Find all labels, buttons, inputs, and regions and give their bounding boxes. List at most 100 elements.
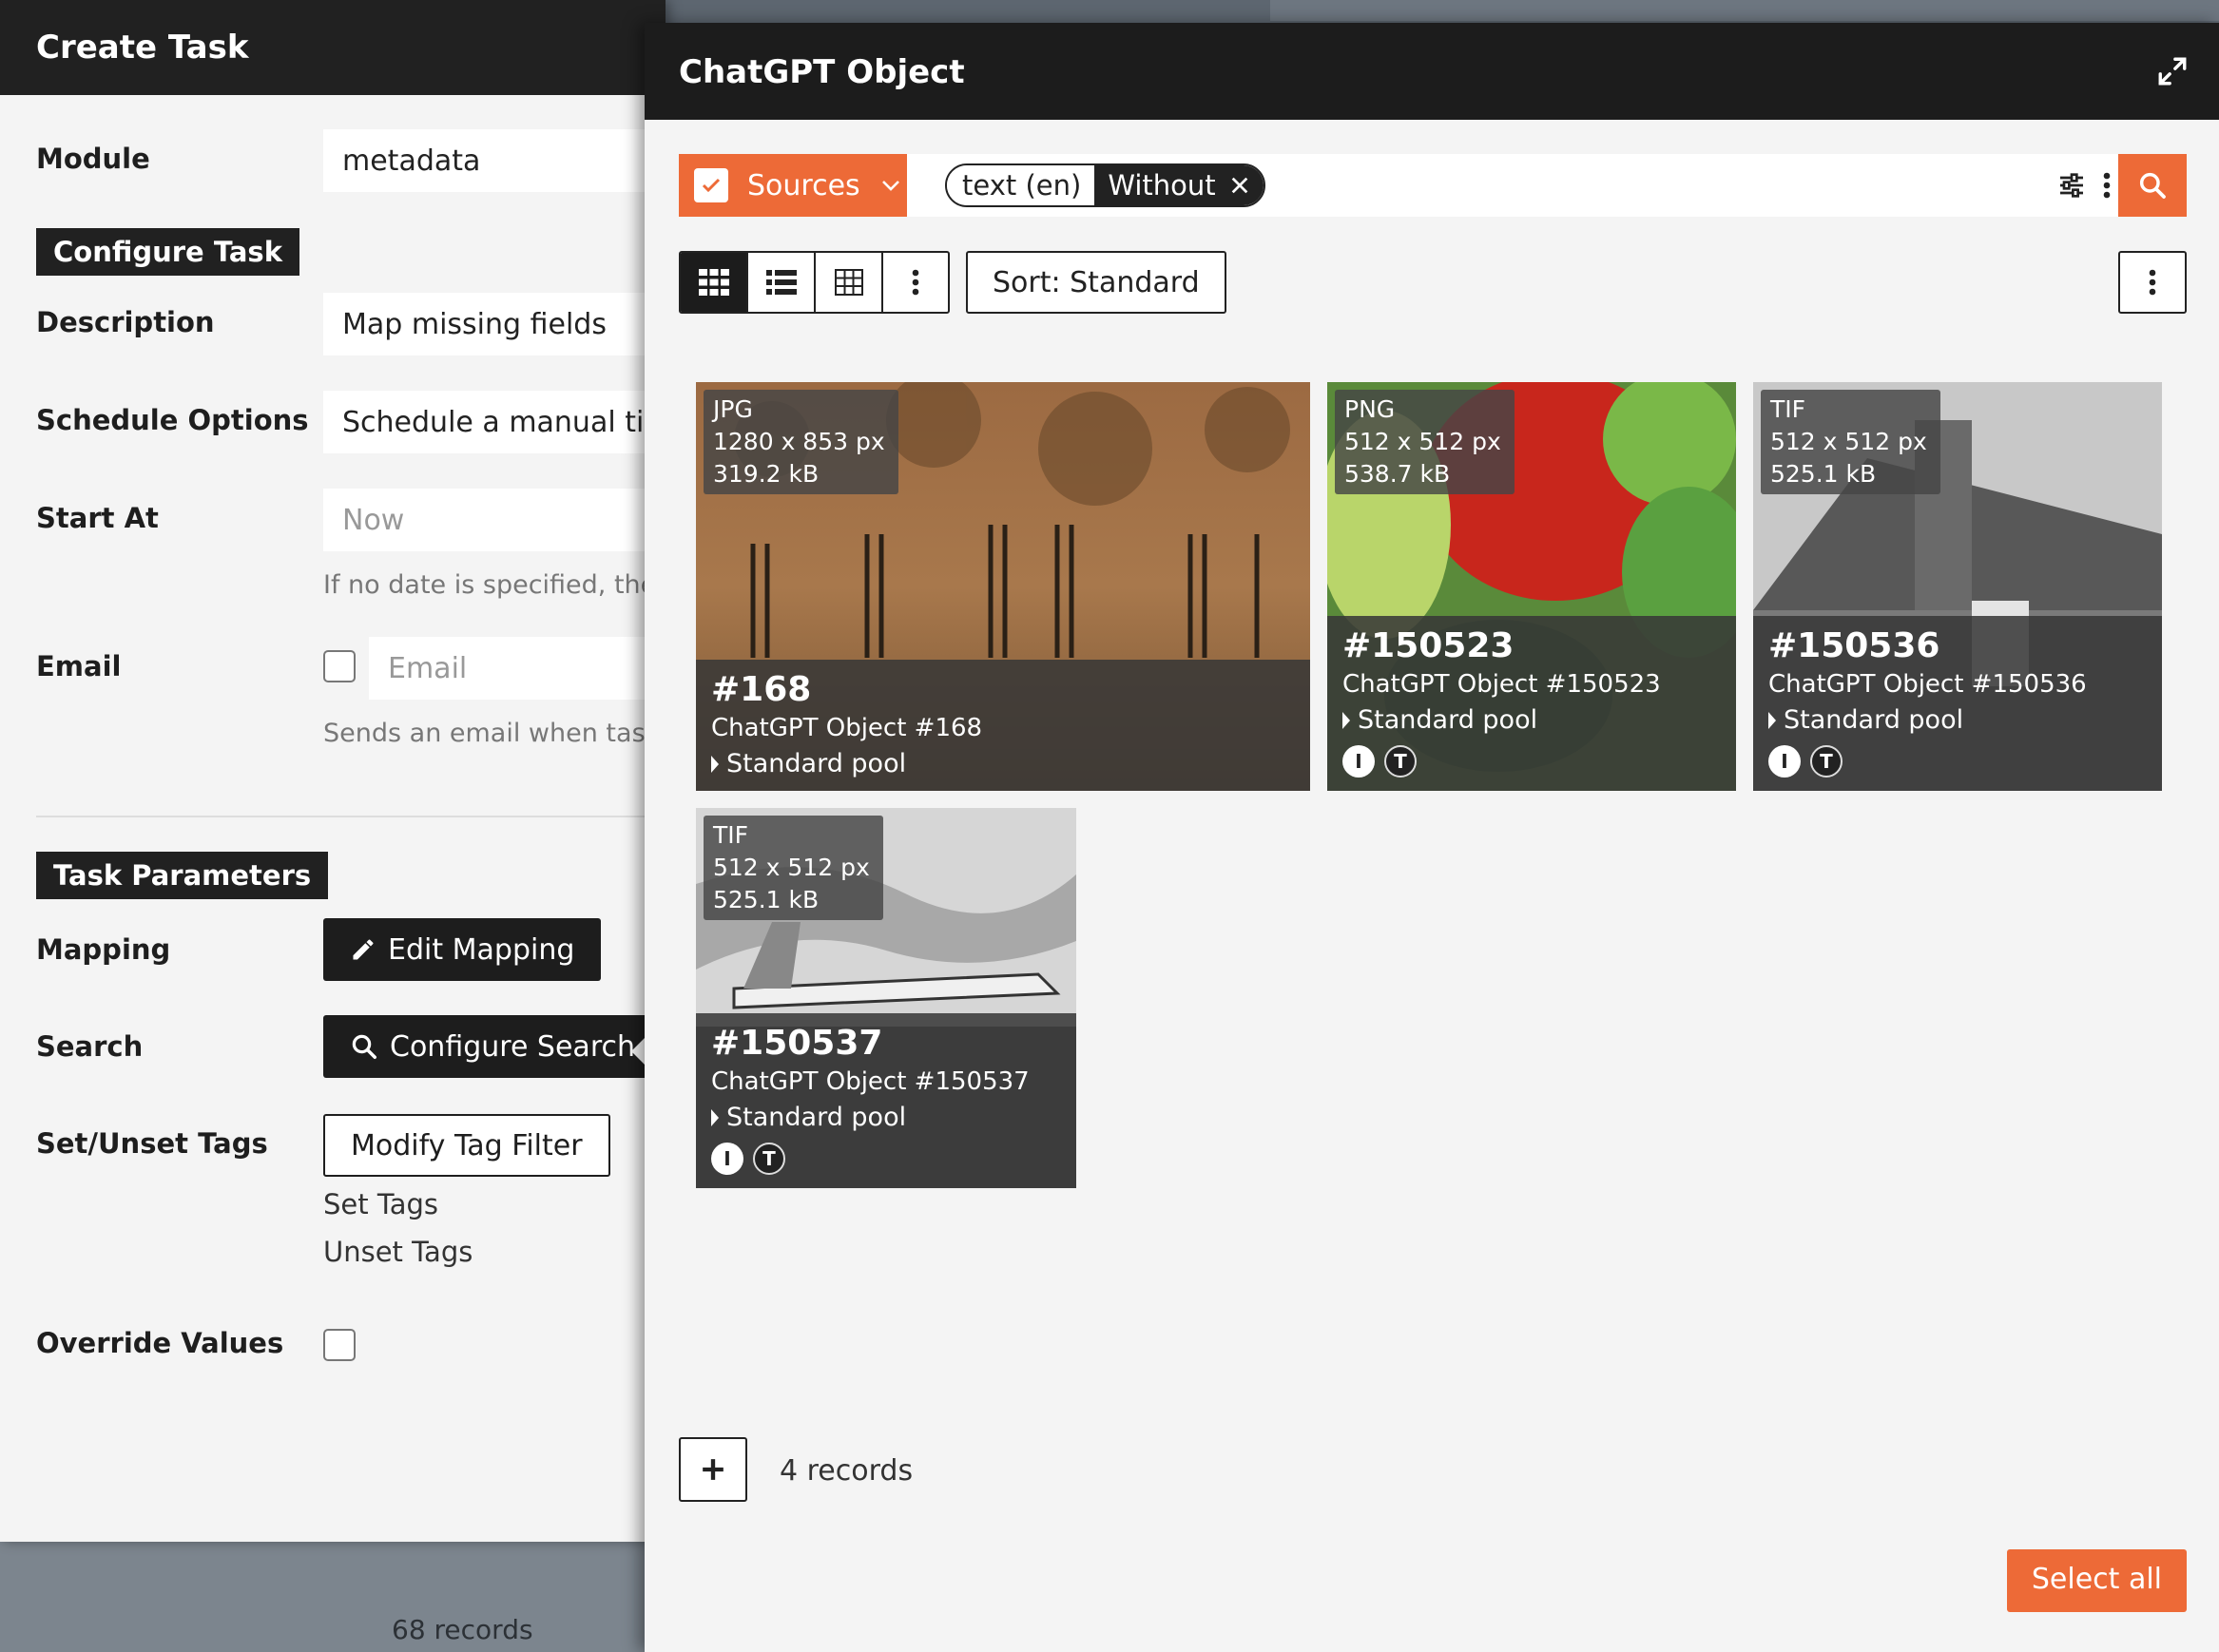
start-at-hint: If no date is specified, the ta	[323, 570, 666, 600]
create-task-title: Create Task	[0, 0, 666, 95]
info-badge-icon[interactable]: I	[711, 1143, 743, 1175]
plus-icon	[703, 1459, 724, 1480]
object-id: #150536	[1768, 626, 1940, 665]
configure-task-heading: Configure Task	[36, 228, 299, 276]
image-dimensions: 512 x 512 px	[1770, 428, 1927, 455]
card-info: #168 ChatGPT Object #168 Standard pool	[696, 660, 1310, 791]
image-dimensions: 512 x 512 px	[713, 854, 870, 881]
background-header	[1270, 0, 2219, 21]
file-metadata-badge: PNG 512 x 512 px 538.7 kB	[1335, 390, 1515, 494]
search-icon	[352, 1034, 376, 1059]
object-id: #150537	[711, 1024, 883, 1063]
edit-mapping-button[interactable]: Edit Mapping	[323, 918, 602, 981]
object-title: ChatGPT Object #150536	[1768, 670, 2087, 699]
filter-chip-field: text (en)	[947, 165, 1095, 205]
text-badge-icon[interactable]: T	[753, 1143, 785, 1175]
schedule-options-label: Schedule Options	[36, 404, 309, 436]
select-all-button[interactable]: Select all	[2006, 1549, 2187, 1612]
pool-toggle[interactable]: Standard pool	[1768, 701, 2147, 740]
object-title: ChatGPT Object #150523	[1342, 670, 1661, 699]
file-metadata-badge: TIF 512 x 512 px 525.1 kB	[704, 816, 883, 920]
pencil-icon	[353, 939, 374, 960]
email-input[interactable]: Email	[369, 637, 666, 700]
filter-chip[interactable]: text (en) Without	[945, 163, 1265, 207]
create-task-dialog: Create Task Module metadata Configure Ta…	[0, 0, 666, 1542]
object-title: ChatGPT Object #168	[711, 714, 983, 742]
override-values-checkbox[interactable]	[323, 1329, 356, 1361]
more-vertical-icon[interactable]	[2095, 154, 2118, 217]
search-label: Search	[36, 1030, 144, 1063]
expand-icon[interactable]	[2156, 55, 2189, 87]
pool-toggle[interactable]: Standard pool	[711, 745, 1295, 783]
mapping-label: Mapping	[36, 933, 171, 966]
text-badge-icon[interactable]: T	[1810, 745, 1843, 778]
description-field[interactable]: Map missing fields	[323, 293, 666, 355]
image-dimensions: 512 x 512 px	[1344, 428, 1501, 455]
object-dialog-header: ChatGPT Object	[645, 23, 2219, 120]
object-search-dialog: ChatGPT Object Sources text (en) Without	[645, 23, 2219, 1652]
add-button[interactable]	[679, 1437, 747, 1502]
chevron-down-icon	[881, 181, 899, 191]
background-footer: 68 records	[0, 1540, 666, 1652]
caret-right-icon	[1768, 712, 1776, 729]
file-format: JPG	[713, 395, 753, 423]
sources-label: Sources	[747, 168, 860, 202]
file-format: PNG	[1344, 395, 1396, 423]
caret-right-icon	[711, 756, 719, 773]
view-mode-group	[679, 251, 950, 314]
pool-name: Standard pool	[726, 749, 907, 778]
sources-dropdown[interactable]: Sources	[679, 154, 907, 217]
close-icon[interactable]	[1229, 175, 1250, 196]
object-dialog-title: ChatGPT Object	[679, 53, 965, 91]
object-id: #150523	[1342, 626, 1515, 665]
module-label: Module	[36, 143, 150, 175]
filter-chip-mode: Without	[1108, 169, 1216, 202]
search-bar: Sources text (en) Without	[679, 154, 2187, 217]
sort-button[interactable]: Sort: Standard	[966, 251, 1226, 314]
description-label: Description	[36, 306, 215, 338]
search-submit-button[interactable]	[2118, 154, 2187, 217]
list-view-icon[interactable]	[748, 253, 816, 312]
pool-name: Standard pool	[1358, 705, 1538, 735]
file-size: 525.1 kB	[1770, 460, 1877, 488]
image-dimensions: 1280 x 853 px	[713, 428, 885, 455]
object-title: ChatGPT Object #150537	[711, 1067, 1030, 1096]
file-size: 525.1 kB	[713, 886, 820, 913]
grid-view-icon[interactable]	[681, 253, 748, 312]
edit-mapping-label: Edit Mapping	[388, 932, 575, 967]
modify-tag-filter-button[interactable]: Modify Tag Filter	[323, 1114, 610, 1177]
set-tags-link[interactable]: Set Tags	[323, 1188, 438, 1220]
configure-search-button[interactable]: Configure Search	[323, 1015, 663, 1078]
checkbox-checked-icon[interactable]	[694, 168, 728, 202]
pool-name: Standard pool	[1784, 705, 1964, 735]
object-id: #168	[711, 670, 812, 709]
table-view-icon[interactable]	[816, 253, 883, 312]
pool-toggle[interactable]: Standard pool	[711, 1099, 1061, 1137]
more-options-button[interactable]	[2118, 251, 2187, 314]
email-hint: Sends an email when task is	[323, 719, 666, 748]
more-vertical-icon[interactable]	[883, 253, 948, 312]
email-label: Email	[36, 650, 122, 682]
module-field[interactable]: metadata	[323, 129, 666, 192]
sliders-icon[interactable]	[2048, 154, 2095, 217]
info-badge-icon[interactable]: I	[1342, 745, 1375, 778]
caret-right-icon	[1342, 712, 1350, 729]
more-vertical-icon	[2149, 269, 2156, 296]
unset-tags-link[interactable]: Unset Tags	[323, 1236, 473, 1268]
task-parameters-heading: Task Parameters	[36, 852, 329, 899]
pool-toggle[interactable]: Standard pool	[1342, 701, 1721, 740]
card-info: #150523 ChatGPT Object #150523 Standard …	[1327, 616, 1736, 791]
file-metadata-badge: JPG 1280 x 853 px 319.2 kB	[704, 390, 898, 494]
background-records-count: 68 records	[392, 1614, 533, 1645]
text-badge-icon[interactable]: T	[1384, 745, 1417, 778]
object-card[interactable]: TIF 512 x 512 px 525.1 kB #150537 ChatGP…	[696, 808, 1076, 1188]
caret-right-icon	[711, 1109, 719, 1126]
info-badge-icon[interactable]: I	[1768, 745, 1801, 778]
schedule-options-select[interactable]: Schedule a manual time	[323, 391, 666, 453]
start-at-input[interactable]: Now	[323, 489, 666, 551]
email-checkbox[interactable]	[323, 650, 356, 682]
override-values-label: Override Values	[36, 1327, 284, 1359]
object-card[interactable]: JPG 1280 x 853 px 319.2 kB #168 ChatGPT …	[696, 382, 1310, 791]
object-card[interactable]: TIF 512 x 512 px 525.1 kB #150536 ChatGP…	[1753, 382, 2162, 791]
object-card[interactable]: PNG 512 x 512 px 538.7 kB #150523 ChatGP…	[1327, 382, 1736, 791]
